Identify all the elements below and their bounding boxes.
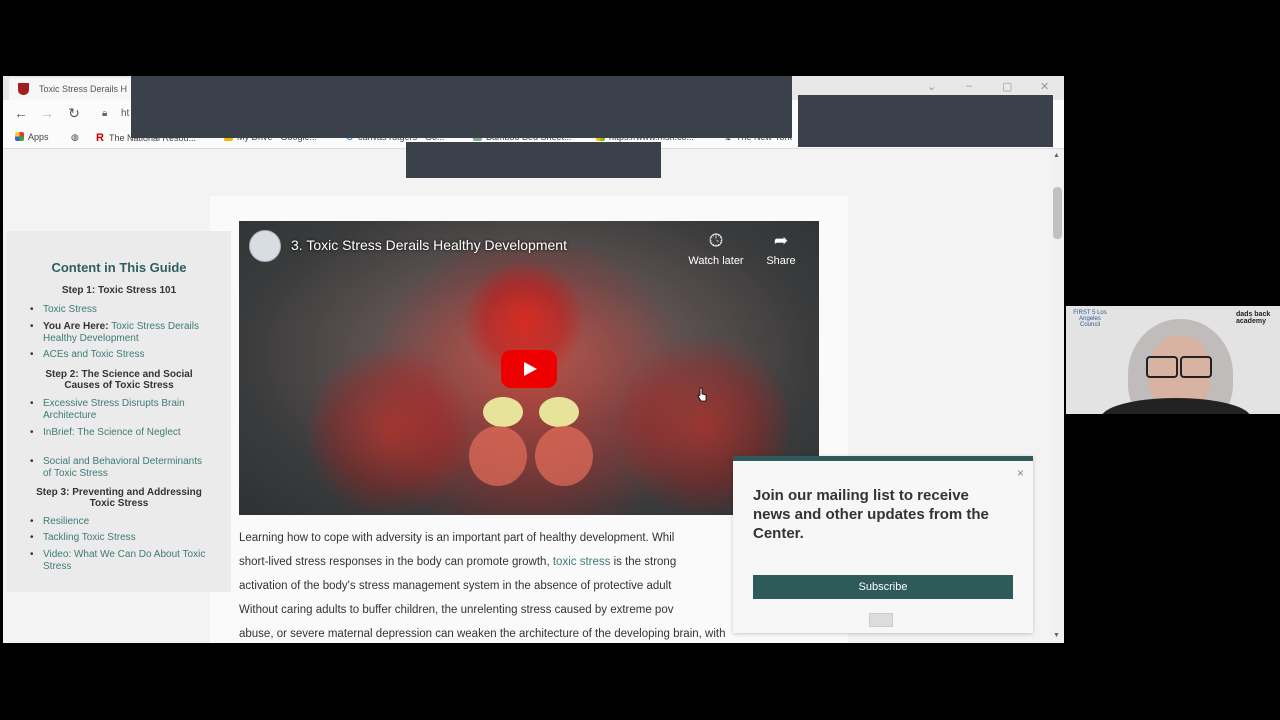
sidebar-link-toxic-stress[interactable]: Toxic Stress bbox=[30, 304, 213, 316]
share-button[interactable]: ➦ Share bbox=[761, 231, 801, 267]
you-are-here-label: You Are Here: bbox=[43, 321, 109, 332]
kidney-left-illustration bbox=[469, 426, 527, 486]
step-2-heading: Step 2: The Science and Social Causes of… bbox=[45, 369, 193, 391]
tab-title: Toxic Stress Derails H bbox=[39, 84, 128, 94]
sidebar-link-excessive-stress[interactable]: Excessive Stress Disrupts Brain Architec… bbox=[30, 398, 213, 422]
sidebar-link-video[interactable]: Video: What We Can Do About Toxic Stress bbox=[30, 549, 213, 573]
webcam-feed: FIRST 5 Los Angeles Council dads back ac… bbox=[1066, 306, 1280, 414]
channel-avatar[interactable] bbox=[249, 230, 281, 262]
back-icon[interactable]: ← bbox=[12, 105, 30, 121]
share-arrow-icon: ➦ bbox=[773, 231, 789, 250]
mailing-list-popup: × Join our mailing list to receive news … bbox=[733, 456, 1033, 633]
sidebar-link-aces[interactable]: ACEs and Toxic Stress bbox=[30, 349, 213, 361]
close-window-icon[interactable]: ✕ bbox=[1040, 80, 1049, 93]
form-provider-icon bbox=[869, 613, 893, 627]
bookmark-apps[interactable]: Apps bbox=[15, 132, 49, 142]
glasses-icon bbox=[1146, 356, 1212, 378]
scroll-down-icon[interactable]: ▼ bbox=[1053, 632, 1060, 639]
sidebar-title: Content in This Guide bbox=[51, 260, 187, 275]
first5-logo: FIRST 5 Los Angeles Council bbox=[1073, 310, 1107, 328]
guide-sidebar: Content in This Guide Step 1: Toxic Stre… bbox=[7, 231, 231, 592]
scroll-up-icon[interactable]: ▲ bbox=[1053, 152, 1060, 159]
hand-cursor-icon bbox=[697, 387, 707, 402]
globe-icon[interactable]: ◍ bbox=[71, 132, 79, 143]
close-icon[interactable]: × bbox=[1017, 466, 1024, 480]
popup-message: Join our mailing list to receive news an… bbox=[753, 487, 989, 542]
dads-back-academy-logo: dads back academy bbox=[1236, 311, 1271, 325]
scrollbar-thumb[interactable] bbox=[1053, 187, 1062, 239]
kidney-right-illustration bbox=[535, 426, 593, 486]
sidebar-link-tackling[interactable]: Tackling Toxic Stress bbox=[30, 532, 213, 544]
watch-later-button[interactable]: 🕓︎ Watch later bbox=[685, 231, 747, 267]
reload-icon[interactable]: ↻ bbox=[65, 105, 83, 122]
lock-icon: 🔒︎ bbox=[102, 108, 108, 119]
minimize-icon[interactable]: – bbox=[966, 80, 972, 92]
sidebar-link-social-determinants[interactable]: Social and Behavioral Determinants of To… bbox=[30, 456, 213, 480]
redaction-block bbox=[406, 142, 661, 178]
sidebar-link-inbrief[interactable]: InBrief: The Science of Neglect bbox=[30, 427, 213, 439]
toxic-stress-link[interactable]: toxic stress bbox=[553, 556, 611, 568]
maximize-icon[interactable]: ▢ bbox=[1002, 80, 1012, 93]
step-1-heading: Step 1: Toxic Stress 101 bbox=[61, 285, 177, 296]
article-line-2: short-lived stress responses in the body… bbox=[239, 556, 677, 568]
harvard-shield-icon bbox=[18, 83, 29, 95]
adrenal-left-illustration bbox=[483, 397, 523, 427]
article-line-3: activation of the body's stress manageme… bbox=[239, 580, 672, 592]
adrenal-right-illustration bbox=[539, 397, 579, 427]
video-title[interactable]: 3. Toxic Stress Derails Healthy Developm… bbox=[291, 237, 567, 253]
play-button[interactable] bbox=[501, 350, 557, 388]
step-3-heading: Step 3: Preventing and Addressing Toxic … bbox=[36, 487, 202, 509]
article-line-1: Learning how to cope with adversity is a… bbox=[239, 532, 675, 544]
subscribe-button[interactable]: Subscribe bbox=[753, 575, 1013, 599]
sidebar-link-resilience[interactable]: Resilience bbox=[30, 516, 213, 528]
youtube-video-player[interactable]: 3. Toxic Stress Derails Healthy Developm… bbox=[239, 221, 819, 515]
url-field[interactable]: ht bbox=[121, 108, 129, 119]
article-line-4: Without caring adults to buffer children… bbox=[239, 604, 674, 616]
redaction-block bbox=[131, 76, 792, 138]
clock-icon: 🕓︎ bbox=[709, 231, 723, 250]
browser-tab[interactable]: Toxic Stress Derails H bbox=[9, 78, 149, 100]
forward-icon[interactable]: → bbox=[38, 105, 56, 121]
rutgers-r-icon: R bbox=[96, 132, 104, 144]
article-line-5: abuse, or severe maternal depression can… bbox=[239, 628, 726, 640]
chevron-down-icon[interactable]: ⌄ bbox=[927, 80, 936, 93]
sidebar-you-are-here[interactable]: You Are Here: Toxic Stress Derails Healt… bbox=[30, 321, 213, 345]
redaction-block bbox=[798, 95, 1053, 147]
apps-grid-icon bbox=[15, 132, 24, 141]
